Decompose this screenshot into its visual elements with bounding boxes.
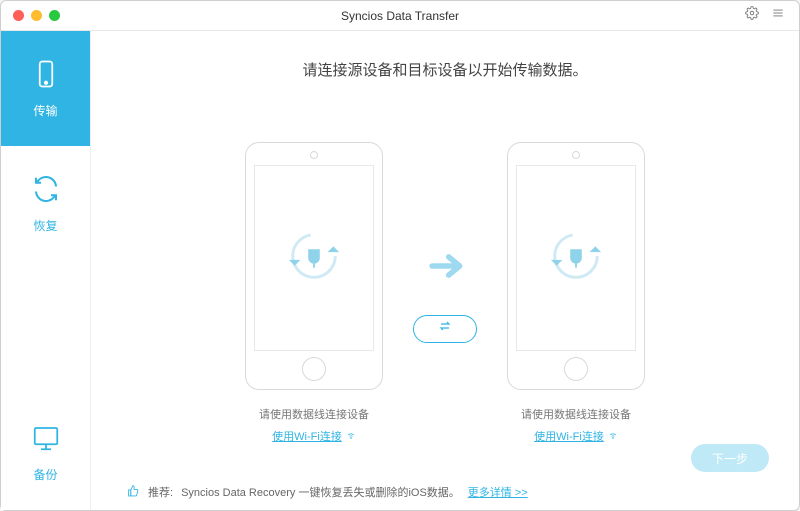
target-device: 请使用数据线连接设备 使用Wi-Fi连接 bbox=[507, 142, 645, 444]
gear-icon[interactable] bbox=[745, 6, 759, 25]
thumbs-up-icon bbox=[127, 484, 140, 500]
sidebar-item-label: 传输 bbox=[33, 102, 57, 119]
transfer-direction bbox=[413, 244, 477, 343]
target-phone-screen bbox=[516, 165, 636, 351]
source-phone-screen bbox=[254, 165, 374, 351]
window-title: Syncios Data Transfer bbox=[1, 9, 799, 23]
wifi-link-label: 使用Wi-Fi连接 bbox=[534, 428, 604, 444]
device-row: 请使用数据线连接设备 使用Wi-Fi连接 bbox=[127, 108, 763, 478]
next-button-label: 下一步 bbox=[712, 450, 748, 467]
phone-icon bbox=[31, 59, 61, 92]
target-phone-frame bbox=[507, 142, 645, 390]
headline: 请连接源设备和目标设备以开始传输数据。 bbox=[127, 59, 763, 80]
sidebar-item-restore[interactable]: 恢复 bbox=[1, 146, 90, 261]
target-hint: 请使用数据线连接设备 bbox=[521, 406, 631, 422]
footer: 推荐: Syncios Data Recovery 一键恢复丢失或删除的iOS数… bbox=[127, 478, 763, 500]
recommend-prefix: 推荐: bbox=[148, 484, 173, 500]
titlebar: Syncios Data Transfer bbox=[1, 1, 799, 31]
next-button[interactable]: 下一步 bbox=[691, 444, 769, 472]
connect-spinner-icon bbox=[547, 227, 605, 290]
sidebar-item-transfer[interactable]: 传输 bbox=[1, 31, 90, 146]
sidebar-item-label: 恢复 bbox=[33, 217, 57, 234]
target-wifi-link[interactable]: 使用Wi-Fi连接 bbox=[534, 428, 618, 444]
more-details-link[interactable]: 更多详情 >> bbox=[468, 484, 528, 500]
traffic-lights bbox=[1, 10, 60, 21]
swap-icon bbox=[437, 318, 453, 339]
wifi-link-label: 使用Wi-Fi连接 bbox=[272, 428, 342, 444]
source-phone-frame bbox=[245, 142, 383, 390]
close-window-button[interactable] bbox=[13, 10, 24, 21]
app-window: Syncios Data Transfer bbox=[0, 0, 800, 511]
sidebar-item-backup[interactable]: 备份 bbox=[1, 395, 90, 510]
maximize-window-button[interactable] bbox=[49, 10, 60, 21]
source-hint: 请使用数据线连接设备 bbox=[259, 406, 369, 422]
wifi-icon bbox=[608, 430, 618, 443]
menu-icon[interactable] bbox=[771, 6, 785, 25]
sidebar-item-label: 备份 bbox=[33, 466, 57, 483]
minimize-window-button[interactable] bbox=[31, 10, 42, 21]
app-body: 传输 恢复 备份 bbox=[1, 31, 799, 510]
arrow-right-icon bbox=[423, 244, 467, 293]
swap-button[interactable] bbox=[413, 315, 477, 343]
main-panel: 请连接源设备和目标设备以开始传输数据。 bbox=[91, 31, 799, 510]
wifi-icon bbox=[346, 430, 356, 443]
source-wifi-link[interactable]: 使用Wi-Fi连接 bbox=[272, 428, 356, 444]
recommend-text: Syncios Data Recovery 一键恢复丢失或删除的iOS数据。 bbox=[181, 484, 460, 500]
monitor-icon bbox=[31, 423, 61, 456]
sidebar: 传输 恢复 备份 bbox=[1, 31, 91, 510]
sync-icon bbox=[31, 174, 61, 207]
source-device: 请使用数据线连接设备 使用Wi-Fi连接 bbox=[245, 142, 383, 444]
connect-spinner-icon bbox=[285, 227, 343, 290]
